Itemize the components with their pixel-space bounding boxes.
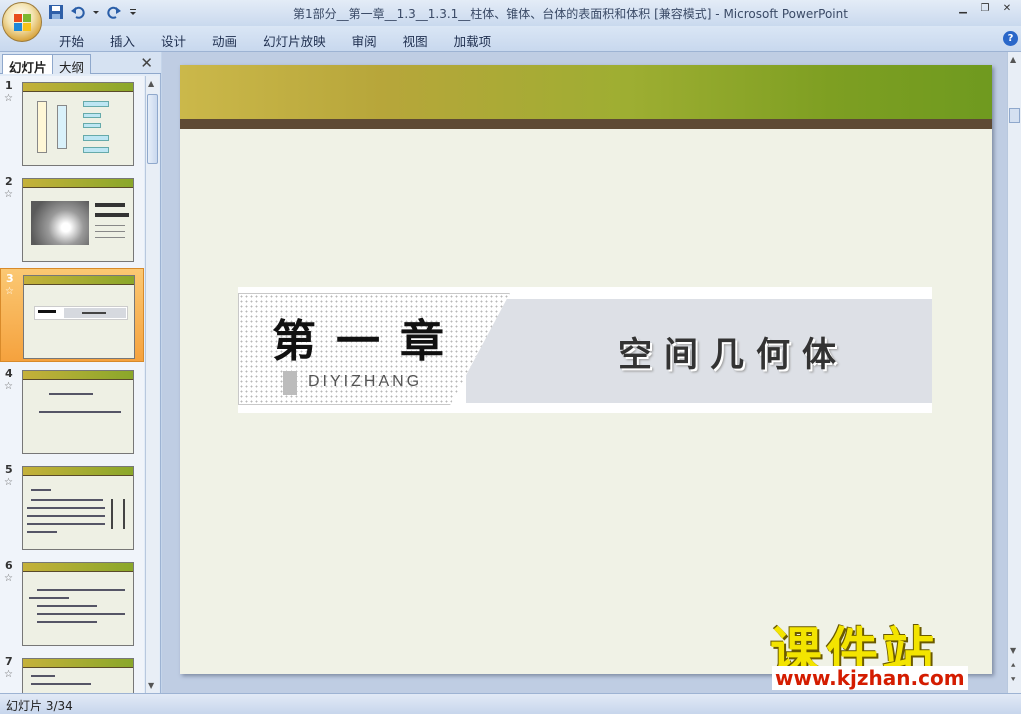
tab-addins[interactable]: 加载项	[445, 31, 501, 50]
scroll-up-icon[interactable]: ▲	[148, 79, 154, 88]
panel-tabs: 幻灯片 大纲 ✕	[0, 52, 161, 75]
slide-header-stripe	[180, 119, 992, 129]
help-icon[interactable]: ?	[1003, 31, 1018, 46]
slide-number: 4	[5, 367, 13, 380]
slide-thumbnail[interactable]: 4 ☆	[0, 364, 144, 458]
slide-preview	[22, 562, 134, 646]
tab-insert[interactable]: 插入	[101, 31, 144, 50]
slide-preview	[23, 275, 135, 359]
scrollbar-thumb[interactable]	[147, 94, 158, 164]
transition-star-icon: ☆	[5, 286, 14, 297]
chapter-marker	[283, 371, 297, 395]
transition-star-icon: ☆	[4, 93, 13, 104]
slide-thumbnail[interactable]: 6 ☆	[0, 556, 144, 650]
slide-thumbnail[interactable]: 7 ☆	[0, 652, 144, 693]
tab-slides[interactable]: 幻灯片	[2, 54, 54, 75]
scroll-down-icon[interactable]: ▼	[148, 681, 154, 690]
tab-animations[interactable]: 动画	[203, 31, 246, 50]
previous-slide-icon[interactable]: ⯅	[1010, 661, 1016, 671]
slide-thumbnails: 1 ☆ 2 ☆ 3 ☆ 4 ☆ 5 ☆ 6 ☆ 7 ☆	[0, 76, 144, 693]
slide-number: 1	[5, 79, 13, 92]
tab-review[interactable]: 审阅	[343, 31, 386, 50]
chapter-banner: 第一章 DIYIZHANG 空间几何体	[238, 287, 932, 413]
tab-view[interactable]: 视图	[394, 31, 437, 50]
slide-canvas[interactable]: 第一章 DIYIZHANG 空间几何体	[180, 65, 992, 674]
restore-icon[interactable]: ❐	[975, 2, 995, 16]
chapter-pinyin[interactable]: DIYIZHANG	[308, 373, 422, 391]
window-title: 第1部分__第一章__1.3__1.3.1__柱体、锥体、台体的表面积和体积 […	[293, 7, 848, 21]
close-icon[interactable]: ✕	[140, 54, 153, 72]
chapter-title[interactable]: 第一章	[272, 305, 464, 369]
slide-preview	[22, 466, 134, 550]
slide-thumbnail-selected[interactable]: 3 ☆	[0, 268, 144, 362]
slide-preview	[22, 178, 134, 262]
slide-editor: 第一章 DIYIZHANG 空间几何体	[162, 52, 1007, 693]
slide-preview	[22, 370, 134, 454]
scroll-up-icon[interactable]: ▲	[1010, 55, 1016, 64]
slides-panel: 幻灯片 大纲 ✕ 1 ☆ 2 ☆ 3 ☆ 4 ☆ 5 ☆ 6 ☆ 7 ☆ ▲ ▼	[0, 52, 161, 693]
tab-slideshow[interactable]: 幻灯片放映	[254, 31, 335, 50]
scrollbar-thumb[interactable]	[1009, 108, 1020, 123]
slide-preview	[22, 658, 134, 693]
office-button[interactable]	[2, 2, 42, 42]
transition-star-icon: ☆	[4, 669, 13, 680]
next-slide-icon[interactable]: ⯆	[1010, 675, 1016, 685]
slide-thumbnail[interactable]: 1 ☆	[0, 76, 144, 170]
tab-home[interactable]: 开始	[50, 31, 93, 50]
slide-number: 5	[5, 463, 13, 476]
minimize-icon[interactable]: ▁	[953, 2, 973, 16]
window-controls: ▁ ❐ ✕	[953, 2, 1017, 16]
title-bar: 第1部分__第一章__1.3__1.3.1__柱体、锥体、台体的表面积和体积 […	[0, 0, 1021, 42]
slide-preview	[22, 82, 134, 166]
ribbon-tabs: 开始 插入 设计 动画 幻灯片放映 审阅 视图 加载项 ?	[0, 26, 1021, 52]
close-icon[interactable]: ✕	[997, 2, 1017, 16]
slide-number: 3	[6, 272, 14, 285]
transition-star-icon: ☆	[4, 477, 13, 488]
transition-star-icon: ☆	[4, 189, 13, 200]
tab-outline[interactable]: 大纲	[52, 54, 92, 75]
transition-star-icon: ☆	[4, 381, 13, 392]
slide-number: 6	[5, 559, 13, 572]
status-bar: 幻灯片 3/34	[0, 693, 1021, 714]
slide-number: 7	[5, 655, 13, 668]
scroll-down-icon[interactable]: ▼	[1010, 646, 1016, 655]
slide-thumbnail[interactable]: 5 ☆	[0, 460, 144, 554]
tab-design[interactable]: 设计	[152, 31, 195, 50]
slide-number: 2	[5, 175, 13, 188]
slide-header-band	[180, 65, 992, 119]
slide-thumbnail[interactable]: 2 ☆	[0, 172, 144, 266]
topic-title[interactable]: 空间几何体	[618, 327, 848, 376]
editor-scrollbar[interactable]: ▲ ▼ ⯅ ⯆	[1007, 52, 1021, 693]
transition-star-icon: ☆	[4, 573, 13, 584]
office-logo-icon	[14, 14, 32, 32]
thumbnails-scrollbar[interactable]: ▲ ▼	[145, 76, 159, 693]
watermark-url: www.kjzhan.com	[772, 666, 968, 690]
slide-counter: 幻灯片 3/34	[6, 699, 73, 713]
